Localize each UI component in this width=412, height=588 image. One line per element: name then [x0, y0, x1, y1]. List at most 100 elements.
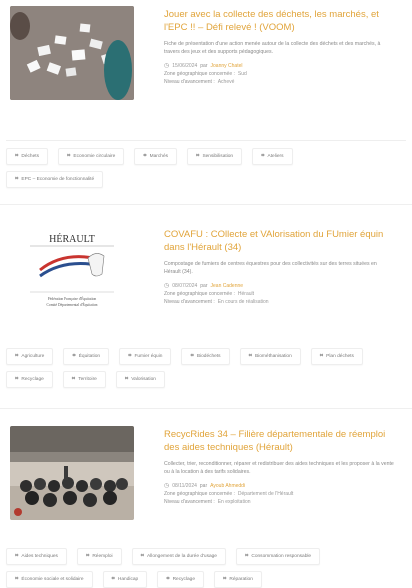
- project-title[interactable]: Jouer avec la collecte des déchets, les …: [164, 8, 394, 34]
- tag-label: EPC – Economie de fonctionnalité: [21, 177, 95, 182]
- tag[interactable]: ⌗ Marchés: [134, 148, 178, 165]
- tag[interactable]: ⌗ Ateliers: [252, 148, 293, 165]
- zone-value: Département de l'Hérault: [237, 491, 294, 497]
- tag[interactable]: ⌗ Allongement de la durée d'usage: [131, 548, 226, 565]
- tag[interactable]: ⌗ Économie sociale et solidaire: [6, 571, 93, 588]
- tag-label: Équitation: [78, 354, 101, 359]
- tag-label: Recyclage: [21, 377, 44, 382]
- clock-icon: ◷: [164, 283, 170, 289]
- project-thumbnail[interactable]: HÉRAULT Fédération Française d'Équitatio…: [10, 220, 134, 314]
- level-label: Niveau d'avancement :: [164, 499, 215, 505]
- tag[interactable]: ⌗ Fumier équin: [119, 348, 172, 365]
- tag-label: Sensibilisation: [202, 154, 234, 159]
- tag[interactable]: ⌗ Agriculture: [6, 348, 54, 365]
- tag-icon: ⌗: [244, 553, 249, 559]
- tag[interactable]: ⌗ Aides techniques: [6, 548, 67, 565]
- tag-label: Territoire: [78, 377, 97, 382]
- tag-label: Agriculture: [21, 354, 45, 359]
- tag-label: Handicap: [117, 577, 139, 582]
- tag-label: Réparation: [229, 577, 253, 582]
- tag-icon: ⌗: [196, 153, 200, 159]
- project-meta: ◷ 08/07/2024 par Jean Cadenne Zone géogr…: [164, 282, 394, 306]
- project-thumbnail[interactable]: [10, 6, 134, 100]
- project-author[interactable]: Jean Cadenne: [211, 282, 244, 290]
- project-title[interactable]: COVAFU : COllecte et VAlorisation du FUm…: [164, 228, 394, 254]
- tag[interactable]: ⌗ Consommation responsable: [235, 548, 321, 565]
- tag-label: Marchés: [149, 154, 169, 159]
- project-content: COVAFU : COllecte et VAlorisation du FUm…: [164, 228, 394, 306]
- project-author[interactable]: Joanny Chatel: [211, 62, 243, 70]
- tag-icon: ⌗: [72, 353, 76, 359]
- tag[interactable]: ⌗ Réemploi: [76, 548, 122, 565]
- tag-icon: ⌗: [319, 353, 324, 359]
- tag[interactable]: ⌗ Réparation: [214, 571, 262, 588]
- project-thumbnail[interactable]: [10, 426, 134, 520]
- tag-list: ⌗ Aides techniques ⌗ Réemploi ⌗ Allongement…: [6, 548, 398, 588]
- tag-icon: ⌗: [15, 353, 19, 359]
- project-date: 08/11/2024: [172, 483, 197, 489]
- tag[interactable]: ⌗ Handicap: [102, 571, 148, 588]
- tag[interactable]: ⌗ Recyclage: [157, 571, 204, 588]
- tag[interactable]: ⌗ Équitation: [63, 348, 110, 365]
- tag[interactable]: ⌗ EPC – Economie de fonctionnalité: [6, 171, 104, 188]
- level-value: Achevé: [217, 79, 235, 85]
- par-label: par: [199, 483, 208, 489]
- tag-icon: ⌗: [190, 353, 194, 359]
- project-title[interactable]: RecycRides 34 – Filière départementale d…: [164, 428, 394, 454]
- project-date: 08/07/2024: [172, 283, 198, 289]
- tag-icon: ⌗: [15, 153, 19, 159]
- tag[interactable]: ⌗ Déchets: [6, 148, 48, 165]
- tag[interactable]: ⌗ Biodéchets: [181, 348, 230, 365]
- project-card: Jouer avec la collecte des déchets, les …: [6, 0, 406, 141]
- logo-title: HÉRAULT: [49, 233, 95, 245]
- tag-label: Valorisation: [131, 377, 156, 382]
- clock-icon: ◷: [164, 483, 170, 489]
- tag-label: Economie circulaire: [73, 154, 116, 159]
- listing-page: { "items": [ { "title": "Jouer avec la c…: [0, 0, 412, 588]
- zone-value: Sud: [237, 71, 247, 77]
- tag[interactable]: ⌗ Territoire: [62, 371, 106, 388]
- tag-label: Ateliers: [267, 154, 284, 159]
- zone-value: Hérault: [237, 291, 255, 297]
- tag-label: Réemploi: [92, 554, 113, 559]
- project-card: RecycRides 34 – Filière départementale d…: [6, 420, 406, 540]
- tag-icon: ⌗: [143, 153, 147, 159]
- level-value: En exploitation: [217, 499, 251, 505]
- tag-label: Aides techniques: [21, 554, 58, 559]
- tag-icon: ⌗: [248, 353, 252, 359]
- tag[interactable]: ⌗ Plan déchets: [310, 348, 363, 365]
- project-author[interactable]: Ayoub Ahmeddi: [210, 482, 245, 490]
- tag-icon: ⌗: [71, 376, 76, 382]
- tag-list: ⌗ Agriculture ⌗ Équitation ⌗ Fumier équin ⌗…: [6, 348, 398, 388]
- level-label: Niveau d'avancement :: [164, 299, 215, 305]
- logo-line: Comité Départemental d'Équitation: [47, 302, 98, 307]
- tag[interactable]: ⌗ Economie circulaire: [58, 148, 125, 165]
- tag[interactable]: ⌗ Recyclage: [6, 371, 53, 388]
- par-label: par: [200, 283, 208, 289]
- clock-icon: ◷: [164, 63, 170, 69]
- zone-label: Zone géographique concernée :: [164, 291, 235, 297]
- tag-label: Plan déchets: [326, 354, 354, 359]
- tag-icon: ⌗: [67, 153, 71, 159]
- divider: [0, 204, 412, 205]
- level-label: Niveau d'avancement :: [164, 79, 215, 85]
- tag-label: Biodéchets: [196, 354, 221, 359]
- project-meta: ◷ 15/06/2024 par Joanny Chatel Zone géog…: [164, 62, 394, 86]
- tag-label: Économie sociale et solidaire: [21, 577, 84, 582]
- tag-label: Déchets: [21, 154, 39, 159]
- tag-icon: ⌗: [111, 576, 115, 582]
- tag-icon: ⌗: [15, 176, 19, 182]
- tag[interactable]: ⌗ Valorisation: [115, 371, 165, 388]
- tag-icon: ⌗: [15, 376, 19, 382]
- tag-label: Allongement de la durée d'usage: [146, 554, 217, 559]
- logo-line: Fédération Française d'Équitation: [48, 296, 97, 301]
- project-meta: ◷ 08/11/2024 par Ayoub Ahmeddi Zone géog…: [164, 482, 394, 506]
- tag[interactable]: ⌗ Sensibilisation: [187, 148, 243, 165]
- zone-label: Zone géographique concernée :: [164, 71, 235, 77]
- tag-icon: ⌗: [166, 576, 170, 582]
- zone-label: Zone géographique concernée :: [164, 491, 235, 497]
- tag-icon: ⌗: [223, 576, 227, 582]
- tag-label: Fumier équin: [134, 354, 163, 359]
- divider: [0, 408, 412, 409]
- tag[interactable]: ⌗ Biométhanisation: [239, 348, 301, 365]
